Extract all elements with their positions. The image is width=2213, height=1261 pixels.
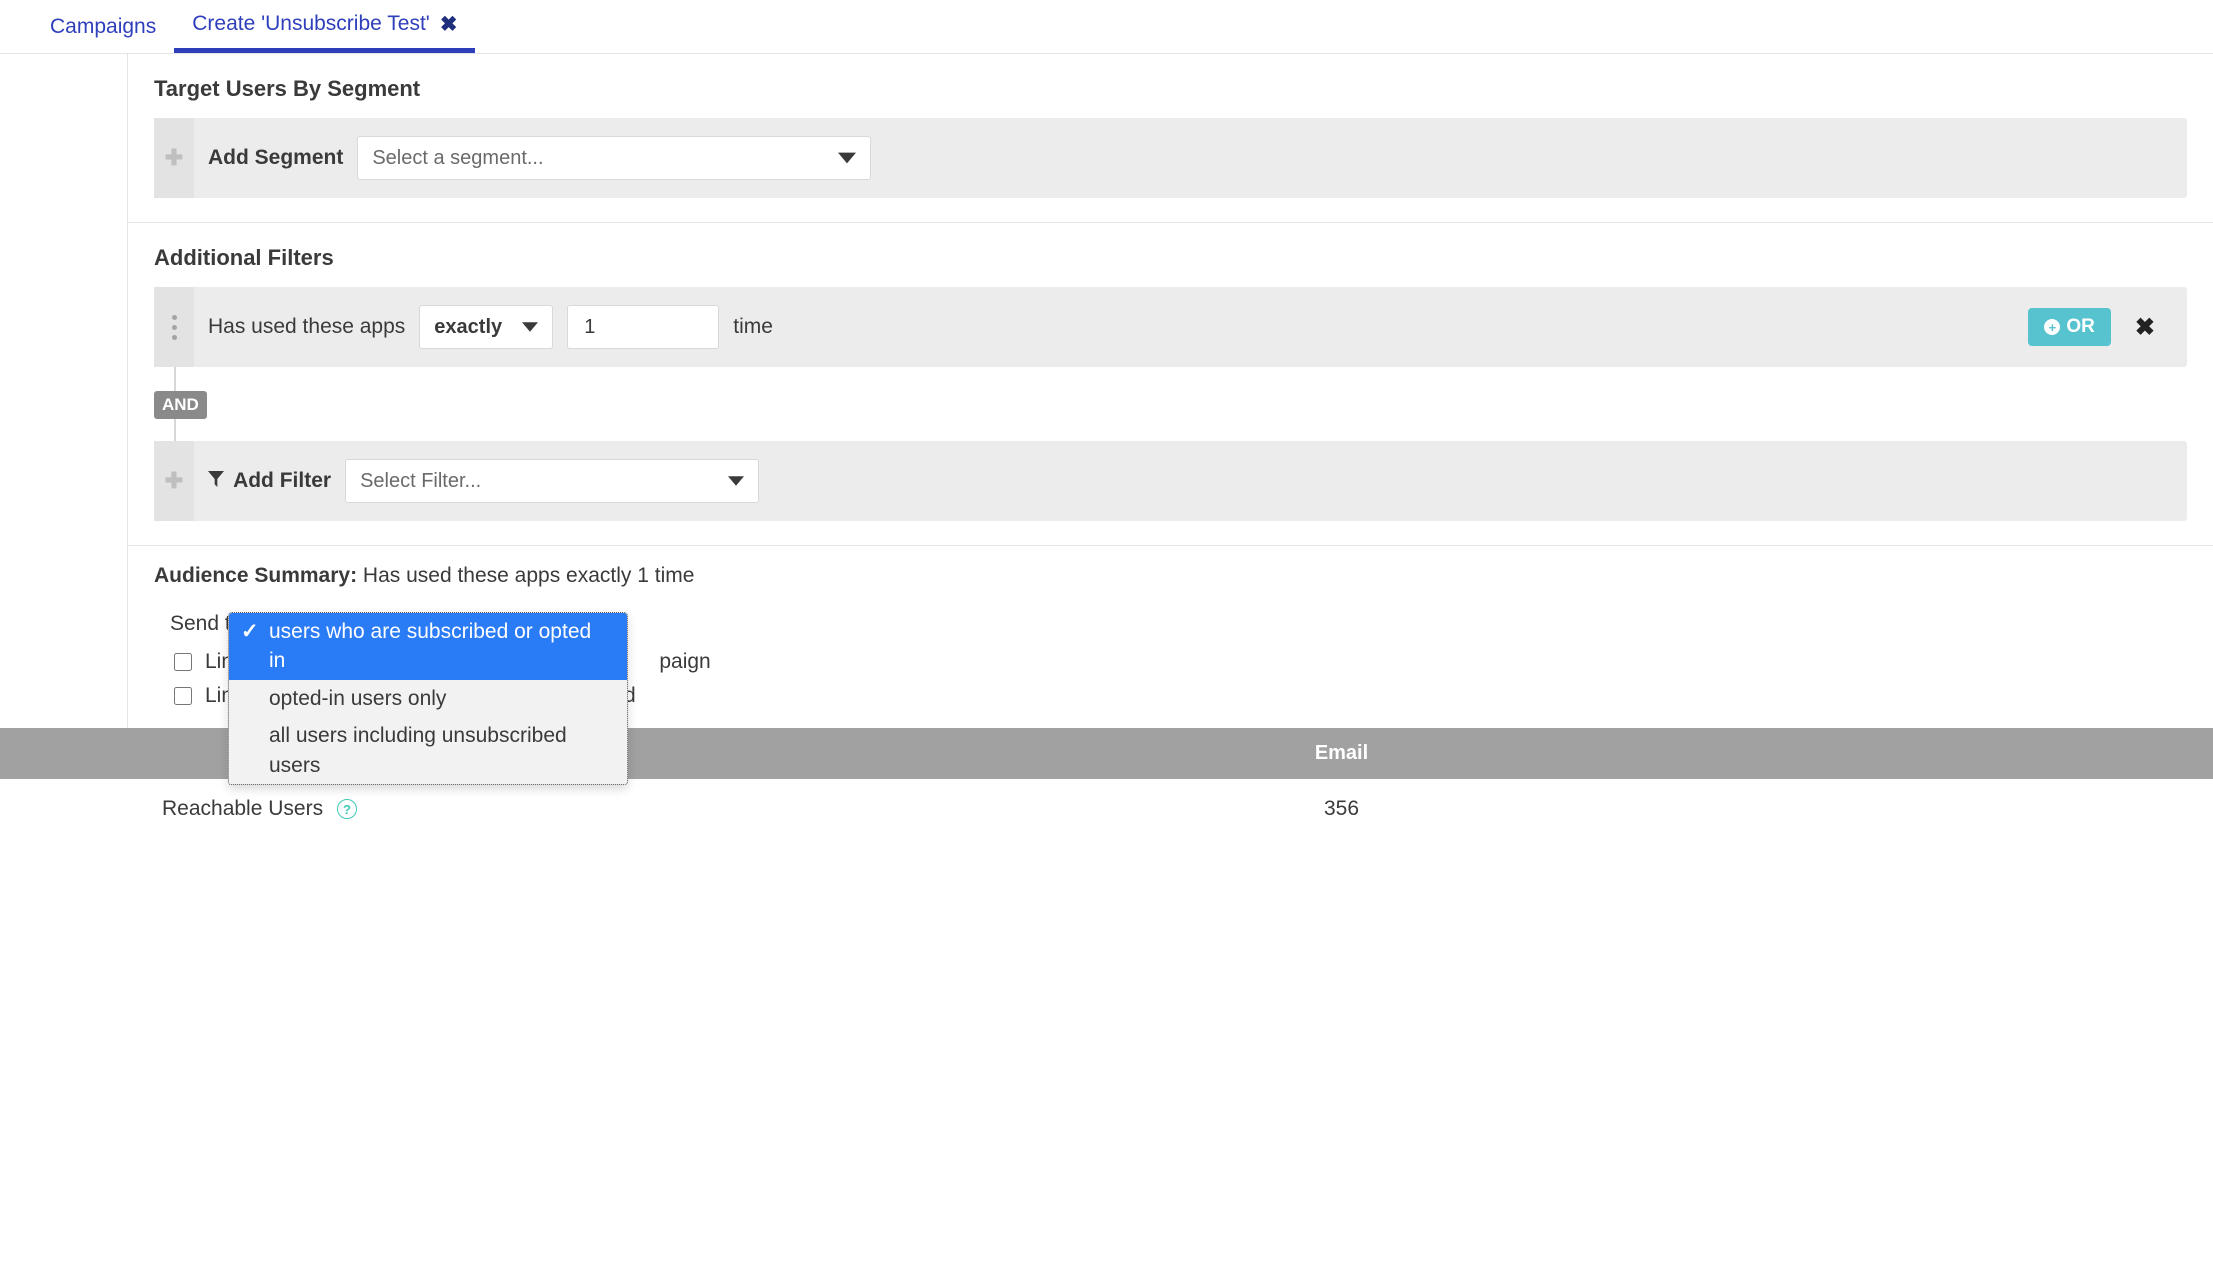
plus-icon: ✚ (165, 145, 183, 171)
count-input-wrap (567, 305, 719, 349)
plus-icon: ✚ (165, 468, 183, 494)
tab-create-label: Create 'Unsubscribe Test' (192, 12, 430, 36)
tab-create[interactable]: Create 'Unsubscribe Test' ✖ (174, 0, 475, 53)
operator-select[interactable]: exactly (419, 305, 553, 349)
audience-summary-text: Has used these apps exactly 1 time (363, 564, 695, 587)
and-badge: AND (154, 391, 207, 419)
filter-label: Has used these apps (208, 315, 405, 339)
tab-campaigns-label: Campaigns (50, 15, 156, 39)
add-filter-label: Add Filter (208, 469, 331, 493)
send-to-option-subscribed[interactable]: users who are subscribed or opted in (229, 613, 627, 680)
tab-bar: Campaigns Create 'Unsubscribe Test' ✖ (0, 0, 2213, 54)
add-filter-handle[interactable]: ✚ (154, 441, 194, 521)
filters-title: Additional Filters (154, 245, 2187, 271)
segment-title: Target Users By Segment (154, 76, 2187, 102)
limit-recipients-checkbox[interactable] (174, 653, 192, 671)
count-input[interactable] (582, 315, 704, 340)
add-filter-row: ✚ Add Filter Select Filter... (154, 441, 2187, 521)
chevron-down-icon (838, 149, 856, 167)
help-icon[interactable]: ? (337, 799, 357, 819)
add-segment-handle[interactable]: ✚ (154, 118, 194, 198)
send-to-dropdown[interactable]: users who are subscribed or opted in opt… (228, 612, 628, 785)
filter-icon (208, 471, 224, 487)
operator-value: exactly (434, 316, 502, 339)
limit-rate-checkbox[interactable] (174, 687, 192, 705)
unit-label: time (733, 315, 773, 339)
segment-select[interactable]: Select a segment... (357, 136, 871, 180)
filter-row-1: Has used these apps exactly time + (154, 287, 2187, 367)
segment-select-placeholder: Select a segment... (372, 147, 543, 170)
filter-select[interactable]: Select Filter... (345, 459, 759, 503)
plus-circle-icon: + (2044, 319, 2060, 335)
chevron-down-icon (728, 473, 744, 489)
filter-select-placeholder: Select Filter... (360, 470, 481, 493)
left-gutter (0, 54, 128, 728)
or-button[interactable]: + OR (2028, 308, 2111, 346)
segment-row: ✚ Add Segment Select a segment... (154, 118, 2187, 198)
send-to-row: Send to users who are subscribed or opte… (170, 612, 2187, 636)
drag-handle[interactable] (154, 287, 194, 367)
audience-summary-line: Audience Summary: Has used these apps ex… (154, 564, 2187, 588)
add-segment-label: Add Segment (208, 146, 343, 170)
obscured-text-tail: paign (659, 650, 710, 674)
reach-row-label: Reachable Users (162, 797, 323, 820)
segment-section: Target Users By Segment ✚ Add Segment Se… (128, 54, 2213, 223)
send-to-option-opted-in[interactable]: opted-in users only (229, 680, 627, 717)
filters-section: Additional Filters Has used these apps e… (128, 223, 2213, 546)
send-to-option-all[interactable]: all users including unsubscribed users (229, 717, 627, 784)
reach-row-label-cell: Reachable Users ? (0, 779, 470, 839)
audience-summary-section: Audience Summary: Has used these apps ex… (128, 546, 2213, 728)
and-connector: AND (154, 367, 2187, 441)
remove-filter-icon[interactable]: ✖ (2125, 313, 2173, 342)
reach-col-email: Email (470, 728, 2213, 779)
chevron-down-icon (522, 319, 538, 335)
tab-campaigns[interactable]: Campaigns (32, 0, 174, 53)
or-label: OR (2066, 316, 2095, 338)
close-icon[interactable]: ✖ (440, 12, 458, 37)
reach-value: 356 (470, 779, 2213, 839)
audience-summary-label: Audience Summary: (154, 564, 357, 587)
reach-row: Reachable Users ? 356 (0, 779, 2213, 839)
